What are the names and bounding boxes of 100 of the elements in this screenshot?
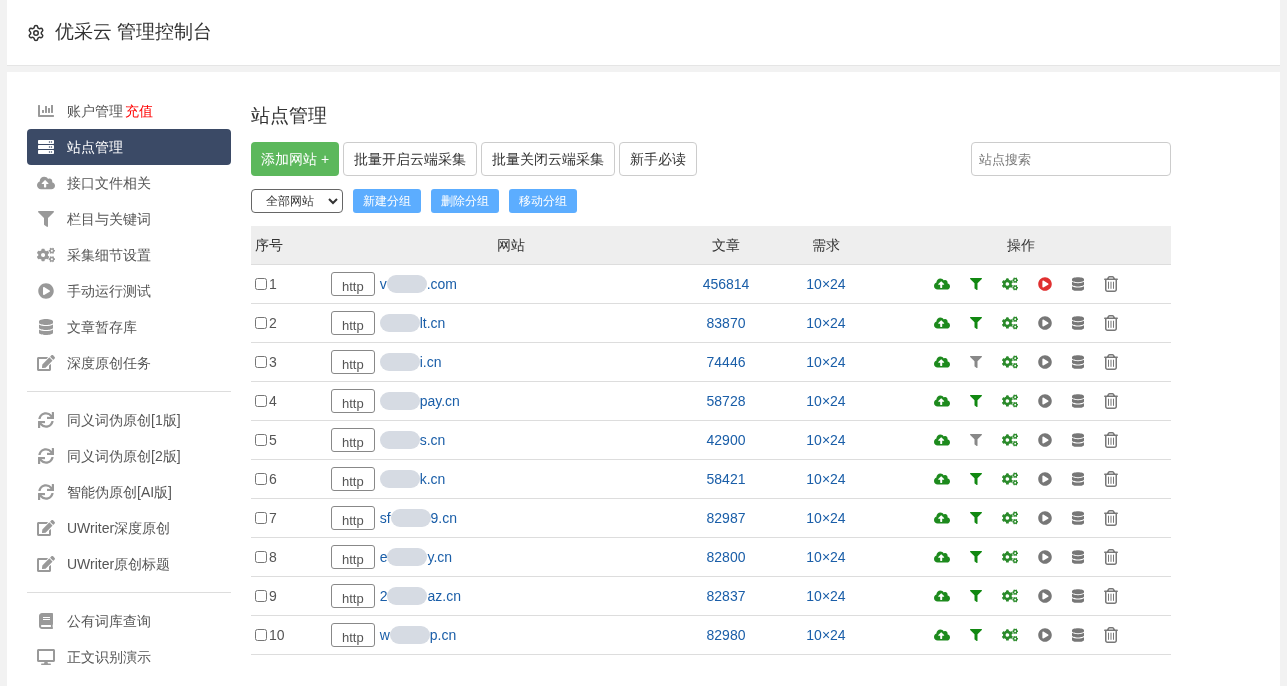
play-icon[interactable]: [1038, 472, 1052, 486]
database-icon[interactable]: [1072, 472, 1084, 486]
gears-icon[interactable]: [1002, 550, 1018, 564]
sidebar-item[interactable]: 同义词伪原创[1版]: [27, 402, 231, 438]
trash-icon[interactable]: [1104, 276, 1118, 292]
toolbar-button[interactable]: 批量关闭云端采集: [481, 142, 616, 176]
database-icon[interactable]: [1072, 511, 1084, 525]
database-icon[interactable]: [1072, 277, 1084, 291]
filter-icon[interactable]: [970, 278, 982, 290]
filter-icon[interactable]: [970, 590, 982, 602]
blur-mask: [387, 548, 428, 566]
row-checkbox[interactable]: [255, 395, 267, 407]
play-icon[interactable]: [1038, 394, 1052, 408]
sidebar-item[interactable]: 智能伪原创[AI版]: [27, 474, 231, 510]
trash-icon[interactable]: [1104, 393, 1118, 409]
group-select[interactable]: 全部网站: [251, 189, 343, 213]
sidebar-item[interactable]: 公有词库查询: [27, 603, 231, 639]
demand-value: 10×24: [805, 391, 847, 411]
filter-icon[interactable]: [970, 434, 982, 446]
play-icon[interactable]: [1038, 433, 1052, 447]
cloud-upload-icon[interactable]: [934, 394, 950, 408]
search-field[interactable]: 站点搜索: [971, 142, 1171, 176]
sidebar-item[interactable]: 采集细节设置: [27, 237, 231, 273]
database-icon[interactable]: [1072, 628, 1084, 642]
row-checkbox[interactable]: [255, 278, 267, 290]
gears-icon[interactable]: [1002, 355, 1018, 369]
filter-icon[interactable]: [970, 629, 982, 641]
sidebar-item[interactable]: 文章暂存库: [27, 309, 231, 345]
sidebar-item[interactable]: 深度原创任务: [27, 345, 231, 381]
sidebar-item[interactable]: 手动运行测试: [27, 273, 231, 309]
row-checkbox[interactable]: [255, 473, 267, 485]
sidebar-item[interactable]: 站点管理: [27, 129, 231, 165]
play-icon[interactable]: [1038, 550, 1052, 564]
database-icon[interactable]: [1072, 316, 1084, 330]
database-icon[interactable]: [1072, 433, 1084, 447]
gears-icon[interactable]: [1002, 589, 1018, 603]
cloud-upload-icon[interactable]: [934, 511, 950, 525]
site-domain-start: e: [379, 547, 388, 567]
trash-icon[interactable]: [1104, 549, 1118, 565]
row-checkbox[interactable]: [255, 590, 267, 602]
sidebar-item[interactable]: UWriter深度原创: [27, 510, 231, 546]
sidebar-item[interactable]: UWriter原创标题: [27, 546, 231, 582]
filter-icon[interactable]: [970, 512, 982, 524]
row-checkbox[interactable]: [255, 551, 267, 563]
demand-value: 10×24: [805, 274, 847, 294]
row-checkbox[interactable]: [255, 629, 267, 641]
sidebar-item[interactable]: 账户管理 充值: [27, 93, 231, 129]
trash-icon[interactable]: [1104, 354, 1118, 370]
trash-icon[interactable]: [1104, 432, 1118, 448]
cloud-upload-icon[interactable]: [934, 316, 950, 330]
cloud-upload-icon[interactable]: [934, 472, 950, 486]
cloud-upload-icon[interactable]: [934, 550, 950, 564]
gears-icon[interactable]: [1002, 316, 1018, 330]
filter-icon[interactable]: [970, 395, 982, 407]
play-icon[interactable]: [1038, 628, 1052, 642]
trash-icon[interactable]: [1104, 588, 1118, 604]
row-checkbox[interactable]: [255, 512, 267, 524]
scheme-tag: http: [331, 467, 375, 491]
sidebar-label: 智能伪原创[AI版]: [67, 482, 172, 502]
row-checkbox[interactable]: [255, 317, 267, 329]
trash-icon[interactable]: [1104, 471, 1118, 487]
trash-icon[interactable]: [1104, 627, 1118, 643]
play-icon[interactable]: [1038, 511, 1052, 525]
cloud-upload-icon[interactable]: [934, 433, 950, 447]
sidebar-item[interactable]: 接口文件相关: [27, 165, 231, 201]
blur-mask: [379, 431, 420, 449]
sidebar-item[interactable]: 同义词伪原创[2版]: [27, 438, 231, 474]
filter-icon[interactable]: [970, 356, 982, 368]
play-icon[interactable]: [1038, 589, 1052, 603]
gears-icon[interactable]: [1002, 277, 1018, 291]
database-icon[interactable]: [1072, 355, 1084, 369]
play-icon[interactable]: [1038, 316, 1052, 330]
database-icon[interactable]: [1072, 550, 1084, 564]
filter-icon[interactable]: [970, 473, 982, 485]
toolbar-button[interactable]: 批量开启云端采集: [343, 142, 478, 176]
row-checkbox[interactable]: [255, 356, 267, 368]
article-count: 58421: [705, 469, 747, 489]
article-count: 82980: [705, 625, 747, 645]
cloud-upload-icon[interactable]: [934, 355, 950, 369]
play-icon[interactable]: [1038, 355, 1052, 369]
database-icon[interactable]: [1072, 394, 1084, 408]
sidebar-item[interactable]: 栏目与关键词: [27, 201, 231, 237]
trash-icon[interactable]: [1104, 315, 1118, 331]
sidebar-item[interactable]: 正文识别演示: [27, 639, 231, 675]
gears-icon[interactable]: [1002, 394, 1018, 408]
recharge-link[interactable]: 充值: [125, 100, 153, 122]
filter-icon[interactable]: [970, 317, 982, 329]
cloud-upload-icon[interactable]: [934, 628, 950, 642]
trash-icon[interactable]: [1104, 510, 1118, 526]
cloud-upload-icon[interactable]: [934, 277, 950, 291]
database-icon[interactable]: [1072, 589, 1084, 603]
play-icon[interactable]: [1038, 277, 1052, 291]
filter-icon[interactable]: [970, 551, 982, 563]
gears-icon[interactable]: [1002, 511, 1018, 525]
gears-icon[interactable]: [1002, 628, 1018, 642]
gears-icon[interactable]: [1002, 433, 1018, 447]
gears-icon[interactable]: [1002, 472, 1018, 486]
toolbar-button[interactable]: 新手必读: [619, 142, 698, 176]
row-checkbox[interactable]: [255, 434, 267, 446]
cloud-upload-icon[interactable]: [934, 589, 950, 603]
